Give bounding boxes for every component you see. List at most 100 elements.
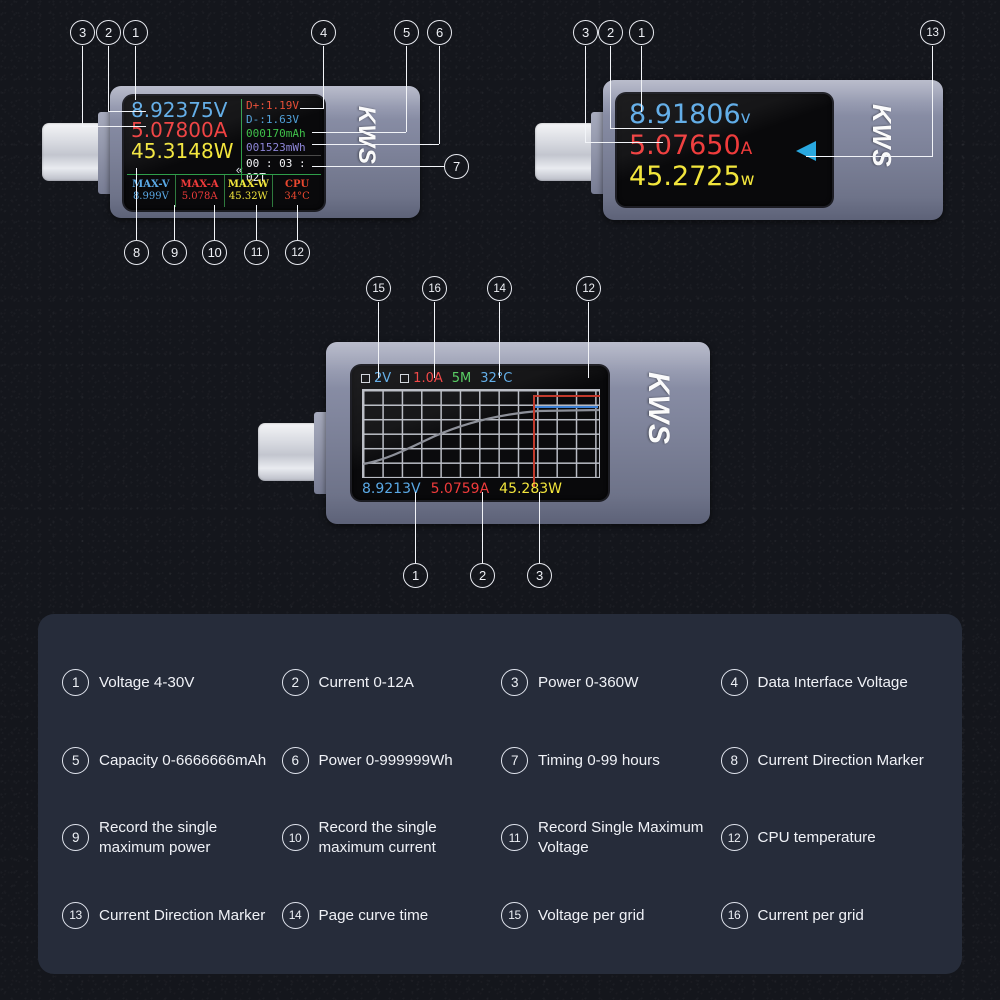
leader-d2-13 [932,46,934,156]
leader-d1-2b [108,111,146,113]
callout-d2-3: 3 [573,20,598,45]
callout-d1-11: 11 [244,240,269,265]
legend-text-9: Record the single maximum power [99,819,218,856]
leader-d2-1 [641,46,643,112]
leader-d1-12 [297,205,299,240]
legend-panel: 1 Voltage 4-30V 2 Current 0-12A 3 Power 0-360… [38,614,962,974]
legend-item-8: 8 Current Direction Marker [720,722,941,800]
leader-d1-6b [312,144,439,146]
legend-text-5: Capacity 0-6666666mAh [99,751,267,769]
legend-number-5: 5 [62,746,89,774]
leader-d3-3 [539,492,541,563]
legend-item-2: 2 Current 0-12A [281,644,502,722]
callout-d3-15: 15 [366,276,391,301]
leader-d1-4 [323,46,325,108]
legend-number-11: 11 [501,824,528,852]
legend-text-3: Power 0-360W [538,674,639,692]
legend-item-4: 4 Data Interface Voltage [720,644,941,722]
leader-d2-2b [610,128,663,130]
legend-text-1: Voltage 4-30V [99,674,195,692]
legend-number-14: 14 [281,901,309,929]
legend-text-8: Current Direction Marker [757,751,924,769]
legend-item-5: 5 Capacity 0-6666666mAh [62,722,282,800]
legend-number-8: 8 [720,746,748,774]
legend-text-13: Current Direction Marker [99,906,266,924]
callout-d1-12: 12 [285,240,310,265]
legend-number-4: 4 [720,669,748,697]
leader-d3-1 [415,492,417,563]
leader-d3-15 [378,302,380,378]
callout-d1-7: 7 [444,154,469,179]
legend-text-2: Current 0-12A [318,674,414,692]
callout-d3-3: 3 [527,563,552,588]
leader-d1-3b [82,126,146,128]
leader-d3-12 [588,302,590,378]
callout-d3-2: 2 [470,563,495,588]
leader-d1-11 [256,205,258,240]
legend-item-3: 3 Power 0-360W [501,644,721,722]
legend-text-11: Record Single Maximum Voltage [538,819,704,856]
callout-d3-16: 16 [422,276,447,301]
leader-d3-16 [434,302,436,378]
legend-item-11: 11 Record Single Maximum Voltage [501,799,721,877]
leader-d1-10 [214,205,216,240]
legend-item-10: 10 Record the single maximum current [281,799,502,877]
leader-d1-1 [135,46,137,100]
leader-d2-3 [585,46,587,142]
callout-d2-13: 13 [920,20,945,45]
legend-grid: 1 Voltage 4-30V 2 Current 0-12A 3 Power 0-360… [38,614,962,974]
legend-item-7: 7 Timing 0-99 hours [501,722,721,800]
legend-text-7: Timing 0-99 hours [538,751,660,769]
legend-number-2: 2 [281,669,309,697]
legend-item-6: 6 Power 0-999999Wh [281,722,502,800]
legend-text-4: Data Interface Voltage [757,674,908,692]
legend-item-16: 16 Current per grid [720,877,941,955]
legend-number-16: 16 [720,901,748,929]
legend-item-13: 13 Current Direction Marker [62,877,282,955]
callout-d1-2: 2 [96,20,121,45]
callout-d2-1: 1 [629,20,654,45]
leader-d1-6 [439,46,441,144]
leader-d1-7 [312,166,444,168]
legend-text-16: Current per grid [757,906,864,924]
callout-d3-12: 12 [576,276,601,301]
legend-number-9: 9 [62,824,89,852]
legend-text-6: Power 0-999999Wh [318,751,453,769]
callout-d1-6: 6 [427,20,452,45]
leader-d1-5b [312,132,406,134]
leader-d3-14 [499,302,501,378]
leader-d1-5 [406,46,408,132]
legend-item-15: 15 Voltage per grid [501,877,721,955]
leader-d2-13b [806,156,933,158]
leader-d1-4b [300,108,324,110]
callout-d1-5: 5 [394,20,419,45]
legend-number-6: 6 [281,746,309,774]
legend-number-7: 7 [501,746,528,774]
legend-number-12: 12 [720,824,748,852]
legend-item-14: 14 Page curve time [281,877,502,955]
leader-d1-9 [174,205,176,240]
callout-d1-10: 10 [202,240,227,265]
callout-d1-9: 9 [162,240,187,265]
legend-number-1: 1 [62,669,89,697]
legend-item-9: 9 Record the single maximum power [62,799,282,877]
callout-d1-8: 8 [124,240,149,265]
leader-d2-3b [585,142,663,144]
leader-d1-2 [108,46,110,111]
callout-d3-1: 1 [403,563,428,588]
legend-text-12: CPU temperature [757,829,876,847]
legend-text-10: Record the single maximum current [318,819,437,856]
leader-d1-8 [136,168,138,240]
callout-d1-3: 3 [70,20,95,45]
legend-number-10: 10 [281,824,309,852]
legend-number-13: 13 [62,901,89,929]
legend-number-3: 3 [501,669,528,697]
legend-item-12: 12 CPU temperature [720,799,941,877]
callout-d2-2: 2 [598,20,623,45]
legend-item-1: 1 Voltage 4-30V [62,644,282,722]
callout-d3-14: 14 [487,276,512,301]
legend-number-15: 15 [501,901,528,929]
leader-d2-2 [610,46,612,128]
legend-text-14: Page curve time [318,906,429,924]
callout-d1-1: 1 [123,20,148,45]
